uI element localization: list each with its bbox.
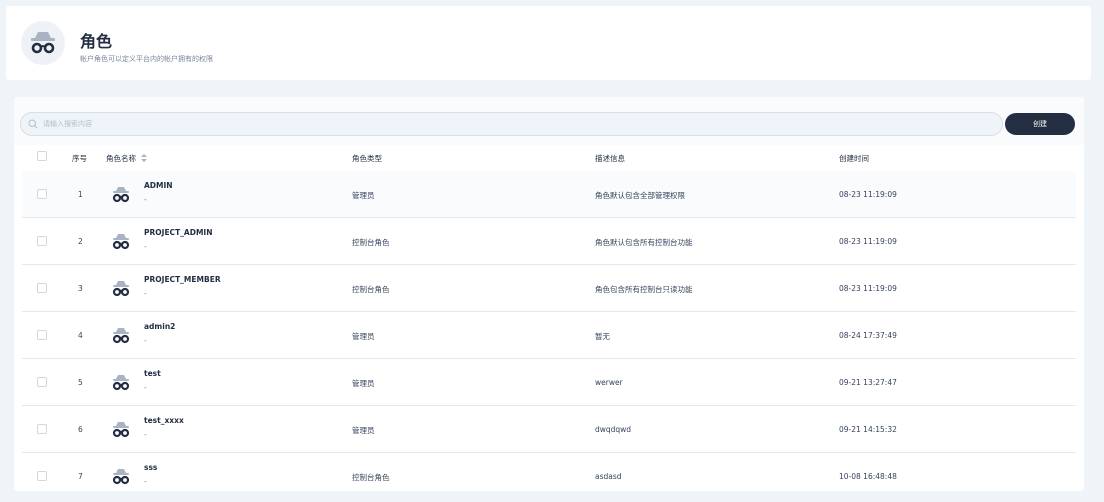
select-all-checkbox[interactable]: [37, 151, 47, 161]
table-row[interactable]: 6 test_xxxx - 管理员 dwqdqwd 09-21 14:15:32: [22, 406, 1076, 453]
page-title: 角色: [80, 32, 113, 51]
table-header: 序号 角色名称 角色类型 描述信息 创建时间: [22, 145, 1076, 171]
role-incognito-icon: [112, 422, 130, 438]
column-index: 序号: [72, 154, 87, 163]
row-index: 1: [78, 190, 83, 199]
table-row[interactable]: 2 PROJECT_ADMIN - 控制台角色 角色默认包含所有控制台功能 08…: [22, 218, 1076, 265]
row-index: 2: [78, 237, 83, 246]
role-incognito-icon: [112, 328, 130, 344]
role-type: 控制台角色: [352, 285, 390, 294]
role-description: dwqdqwd: [595, 425, 632, 434]
role-alias: -: [144, 477, 147, 486]
column-type: 角色类型: [352, 154, 382, 163]
role-alias: -: [144, 383, 147, 392]
role-description: 角色默认包含全部管理权限: [595, 191, 685, 200]
role-type: 管理员: [352, 426, 375, 435]
table-row[interactable]: 5 test - 管理员 werwer 09-21 13:27:47: [22, 359, 1076, 406]
page-description: 帐户角色可以定义平台内的帐户拥有的权限: [80, 55, 213, 63]
row-checkbox[interactable]: [37, 377, 47, 387]
create-button[interactable]: 创建: [1005, 113, 1075, 135]
toolbar: 创建: [14, 97, 1084, 145]
table-row[interactable]: 7 sss - 控制台角色 asdasd 10-08 16:48:48: [22, 453, 1076, 491]
row-checkbox[interactable]: [37, 330, 47, 340]
role-type: 管理员: [352, 379, 375, 388]
role-incognito-icon: [112, 234, 130, 250]
role-name-link[interactable]: admin2: [144, 322, 175, 331]
table-row[interactable]: 4 admin2 - 管理员 暂无 08-24 17:37:49: [22, 312, 1076, 359]
role-name-link[interactable]: PROJECT_ADMIN: [144, 228, 213, 237]
role-created-time: 09-21 13:27:47: [839, 378, 897, 387]
role-incognito-icon: [112, 469, 130, 485]
row-index: 3: [78, 284, 83, 293]
role-created-time: 08-23 11:19:09: [839, 237, 897, 246]
role-name-link[interactable]: sss: [144, 463, 157, 472]
row-index: 6: [78, 425, 83, 434]
column-name-label: 角色名称: [106, 154, 136, 163]
table-row[interactable]: 3 PROJECT_MEMBER - 控制台角色 角色包含所有控制台只读功能 0…: [22, 265, 1076, 312]
column-created: 创建时间: [839, 154, 869, 163]
role-description: 角色默认包含所有控制台功能: [595, 238, 693, 247]
role-created-time: 08-24 17:37:49: [839, 331, 897, 340]
role-type: 控制台角色: [352, 238, 390, 247]
role-name-link[interactable]: PROJECT_MEMBER: [144, 275, 221, 284]
page-header: 角色 帐户角色可以定义平台内的帐户拥有的权限: [6, 6, 1091, 80]
role-incognito-icon: [21, 21, 65, 65]
role-description: 角色包含所有控制台只读功能: [595, 285, 693, 294]
row-checkbox[interactable]: [37, 471, 47, 481]
role-incognito-icon: [112, 281, 130, 297]
column-name[interactable]: 角色名称: [106, 153, 148, 164]
row-checkbox[interactable]: [37, 236, 47, 246]
role-description: 暂无: [595, 332, 610, 341]
role-alias: -: [144, 430, 147, 439]
role-alias: -: [144, 195, 147, 204]
row-index: 4: [78, 331, 83, 340]
row-index: 7: [78, 472, 83, 481]
row-checkbox[interactable]: [37, 189, 47, 199]
role-type: 控制台角色: [352, 473, 390, 482]
role-name-link[interactable]: ADMIN: [144, 181, 173, 190]
role-alias: -: [144, 336, 147, 345]
sort-icon[interactable]: [141, 154, 148, 162]
row-checkbox[interactable]: [37, 283, 47, 293]
roles-panel: 创建 序号 角色名称 角色类型 描述信息 创建时间 1 ADMIN - 管理员 …: [14, 97, 1084, 491]
role-type: 管理员: [352, 332, 375, 341]
role-name-link[interactable]: test_xxxx: [144, 416, 184, 425]
role-incognito-icon: [112, 375, 130, 391]
role-description: asdasd: [595, 472, 622, 481]
search-input[interactable]: [43, 113, 993, 135]
column-description: 描述信息: [595, 154, 625, 163]
role-alias: -: [144, 289, 147, 298]
row-index: 5: [78, 378, 83, 387]
table-row[interactable]: 1 ADMIN - 管理员 角色默认包含全部管理权限 08-23 11:19:0…: [22, 171, 1076, 218]
role-created-time: 09-21 14:15:32: [839, 425, 897, 434]
search-box[interactable]: [20, 112, 1003, 136]
row-checkbox[interactable]: [37, 424, 47, 434]
role-created-time: 08-23 11:19:09: [839, 284, 897, 293]
role-type: 管理员: [352, 191, 375, 200]
role-created-time: 10-08 16:48:48: [839, 472, 897, 481]
search-icon: [28, 119, 38, 129]
role-alias: -: [144, 242, 147, 251]
role-description: werwer: [595, 378, 623, 387]
role-name-link[interactable]: test: [144, 369, 161, 378]
role-created-time: 08-23 11:19:09: [839, 190, 897, 199]
role-incognito-icon: [112, 187, 130, 203]
